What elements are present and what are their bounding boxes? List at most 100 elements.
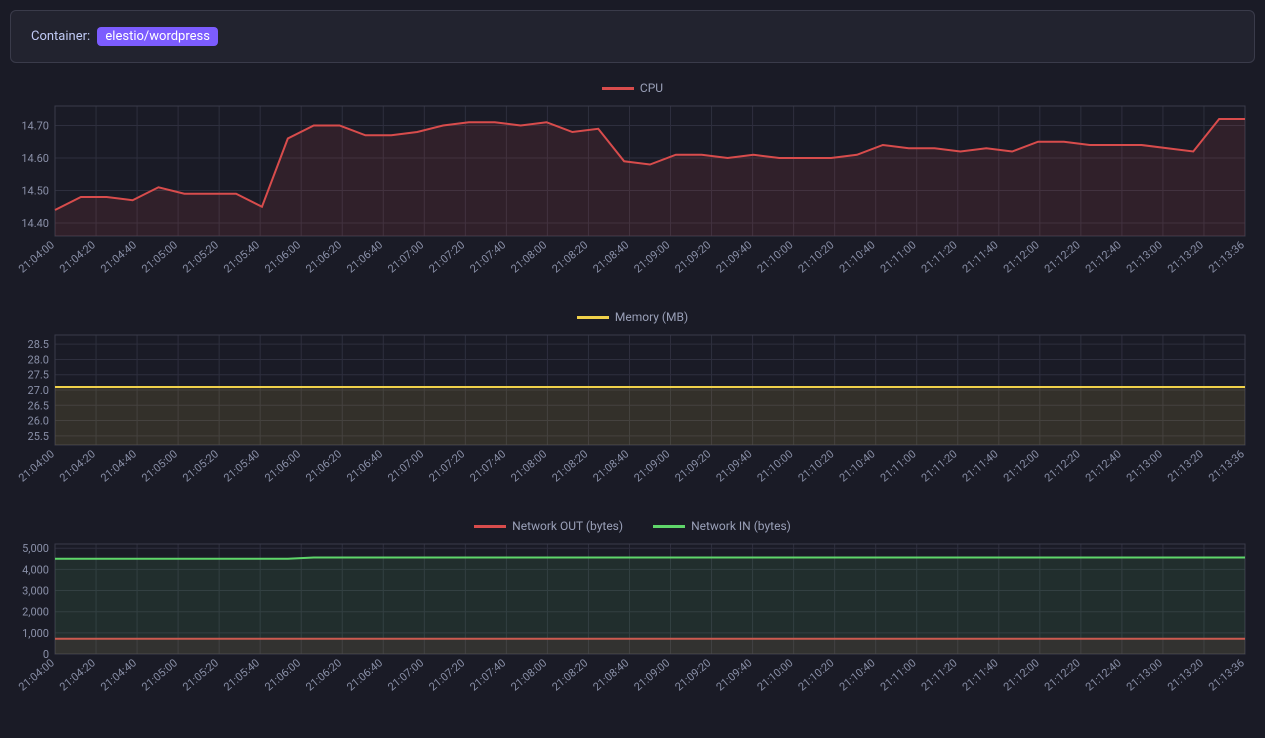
series-area (55, 387, 1245, 445)
x-tick-label: 21:08:20 (550, 656, 591, 693)
x-tick-label: 21:06:20 (303, 238, 344, 275)
legend-item[interactable]: Network OUT (bytes) (474, 519, 623, 533)
legend-swatch (474, 525, 506, 528)
legend-swatch (577, 316, 609, 319)
x-tick-label: 21:12:00 (1001, 447, 1042, 484)
x-tick-label: 21:07:00 (385, 447, 426, 484)
x-tick-label: 21:08:40 (591, 447, 632, 484)
y-tick-label: 2,000 (22, 606, 49, 619)
x-tick-label: 21:07:40 (467, 447, 508, 484)
legend-swatch (653, 525, 685, 528)
x-tick-label: 21:11:00 (878, 656, 919, 693)
x-tick-label: 21:07:00 (385, 238, 426, 275)
x-tick-label: 21:05:40 (221, 656, 262, 693)
x-tick-label: 21:04:20 (57, 656, 98, 693)
x-tick-label: 21:08:40 (591, 238, 632, 275)
x-tick-label: 21:09:40 (714, 238, 755, 275)
x-tick-label: 21:07:00 (385, 656, 426, 693)
x-tick-label: 21:04:20 (57, 238, 98, 275)
x-tick-label: 21:10:40 (837, 656, 878, 693)
x-tick-label: 21:05:40 (221, 447, 262, 484)
x-tick-label: 21:13:00 (1124, 656, 1165, 693)
series-area (55, 558, 1245, 654)
y-tick-label: 26.5 (28, 399, 49, 412)
x-tick-label: 21:10:00 (755, 238, 796, 275)
x-tick-label: 21:12:40 (1083, 238, 1124, 275)
x-tick-label: 21:05:20 (180, 447, 221, 484)
legend-item[interactable]: CPU (602, 81, 663, 95)
chart-network: Network OUT (bytes)Network IN (bytes)01,… (10, 519, 1255, 708)
x-tick-label: 21:04:40 (98, 447, 139, 484)
legend-item[interactable]: Network IN (bytes) (653, 519, 791, 533)
x-tick-label: 21:10:20 (796, 656, 837, 693)
x-tick-label: 21:13:36 (1206, 447, 1247, 484)
chart-svg-cpu[interactable]: 14.4014.5014.6014.7021:04:0021:04:2021:0… (10, 101, 1255, 286)
x-tick-label: 21:05:00 (139, 238, 180, 275)
x-tick-label: 21:13:00 (1124, 238, 1165, 275)
x-tick-label: 21:06:00 (262, 656, 303, 693)
x-tick-label: 21:12:00 (1001, 656, 1042, 693)
x-tick-label: 21:06:40 (344, 238, 385, 275)
chart-svg-network[interactable]: 01,0002,0003,0004,0005,00021:04:0021:04:… (10, 539, 1255, 704)
y-tick-label: 28.5 (28, 338, 49, 351)
y-tick-label: 3,000 (22, 585, 49, 598)
charts-root: CPU14.4014.5014.6014.7021:04:0021:04:202… (10, 81, 1255, 708)
x-tick-label: 21:04:40 (98, 238, 139, 275)
x-tick-label: 21:08:20 (550, 238, 591, 275)
x-tick-label: 21:12:20 (1042, 656, 1083, 693)
x-tick-label: 21:10:20 (796, 447, 837, 484)
x-tick-label: 21:07:20 (426, 656, 467, 693)
container-header: Container: elestio/wordpress (10, 10, 1255, 63)
x-tick-label: 21:08:00 (508, 447, 549, 484)
x-tick-label: 21:11:00 (878, 238, 919, 275)
y-tick-label: 26.0 (28, 415, 49, 428)
y-tick-label: 14.70 (21, 120, 49, 133)
x-tick-label: 21:07:20 (426, 447, 467, 484)
x-tick-label: 21:12:20 (1042, 238, 1083, 275)
x-tick-label: 21:09:20 (673, 447, 714, 484)
x-tick-label: 21:10:40 (837, 447, 878, 484)
container-label: Container: (31, 29, 90, 44)
x-tick-label: 21:06:00 (262, 447, 303, 484)
x-tick-label: 21:07:40 (467, 238, 508, 275)
legend-label: Network OUT (bytes) (512, 519, 623, 533)
x-tick-label: 21:04:20 (57, 447, 98, 484)
x-tick-label: 21:11:20 (919, 447, 960, 484)
x-tick-label: 21:11:00 (878, 447, 919, 484)
x-tick-label: 21:13:00 (1124, 447, 1165, 484)
x-tick-label: 21:11:20 (919, 656, 960, 693)
container-badge[interactable]: elestio/wordpress (97, 27, 218, 46)
legend-label: Memory (MB) (615, 310, 688, 324)
x-tick-label: 21:06:40 (344, 656, 385, 693)
legend-cpu: CPU (10, 81, 1255, 95)
legend-label: CPU (640, 81, 663, 95)
y-tick-label: 14.40 (21, 217, 49, 230)
x-tick-label: 21:08:00 (508, 238, 549, 275)
x-tick-label: 21:09:00 (632, 447, 673, 484)
legend-swatch (602, 87, 634, 90)
y-tick-label: 1,000 (22, 627, 49, 640)
x-tick-label: 21:09:40 (714, 656, 755, 693)
x-tick-label: 21:10:20 (796, 238, 837, 275)
x-tick-label: 21:05:40 (221, 238, 262, 275)
x-tick-label: 21:11:40 (960, 656, 1001, 693)
x-tick-label: 21:07:20 (426, 238, 467, 275)
x-tick-label: 21:06:00 (262, 238, 303, 275)
legend-item[interactable]: Memory (MB) (577, 310, 688, 324)
x-tick-label: 21:05:20 (180, 656, 221, 693)
y-tick-label: 14.50 (21, 185, 49, 198)
x-tick-label: 21:06:40 (344, 447, 385, 484)
chart-svg-memory[interactable]: 25.526.026.527.027.528.028.521:04:0021:0… (10, 330, 1255, 495)
x-tick-label: 21:04:40 (98, 656, 139, 693)
series-area (55, 119, 1245, 236)
x-tick-label: 21:07:40 (467, 656, 508, 693)
x-tick-label: 21:11:20 (919, 238, 960, 275)
y-tick-label: 4,000 (22, 563, 49, 576)
x-tick-label: 21:12:00 (1001, 238, 1042, 275)
x-tick-label: 21:09:00 (632, 238, 673, 275)
x-tick-label: 21:10:40 (837, 238, 878, 275)
x-tick-label: 21:13:36 (1206, 656, 1247, 693)
x-tick-label: 21:09:40 (714, 447, 755, 484)
x-tick-label: 21:06:20 (303, 447, 344, 484)
x-tick-label: 21:09:20 (673, 656, 714, 693)
